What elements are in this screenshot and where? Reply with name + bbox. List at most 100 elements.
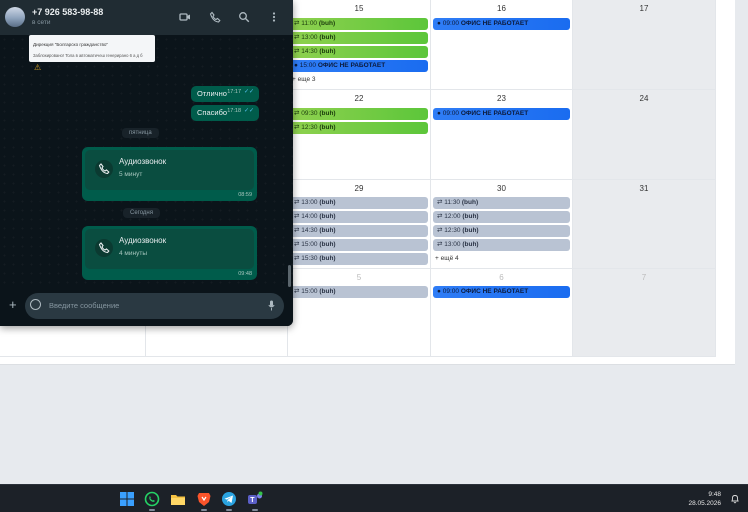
day-number: 23 bbox=[497, 94, 506, 103]
message-text: Отлично bbox=[197, 89, 227, 98]
call-title: Аудиозвонок bbox=[119, 157, 167, 166]
calendar-cell-17[interactable]: 17 bbox=[573, 0, 716, 90]
calendar-cell-31[interactable]: 31 bbox=[573, 180, 716, 269]
event-time: 14:30 bbox=[301, 48, 318, 55]
attach-plus-icon[interactable]: + bbox=[9, 298, 17, 311]
system-clock[interactable]: 9:48 28.05.2026 bbox=[688, 490, 721, 508]
message-input[interactable]: Введите сообщение bbox=[49, 301, 119, 310]
event[interactable]: ⇄ 15:30 (buh) bbox=[290, 253, 428, 265]
event-time: 09:00 bbox=[442, 20, 460, 27]
event[interactable]: ⇄ 15:00 (buh) bbox=[290, 239, 428, 251]
sticker-emoji-icon[interactable] bbox=[30, 299, 41, 310]
event-tag: (buh) bbox=[319, 110, 336, 117]
brave-browser-icon[interactable] bbox=[196, 491, 212, 507]
desktop: 15 ⇄ 11:00 (buh) ⇄ 13:00 (buh) ⇄ 14:30 (… bbox=[0, 0, 748, 484]
event[interactable]: ⇄ 13:00 (buh) bbox=[290, 32, 428, 44]
more-options-icon[interactable] bbox=[268, 11, 280, 23]
search-icon[interactable] bbox=[238, 11, 250, 23]
notification-bell-icon[interactable] bbox=[730, 494, 740, 504]
call-message[interactable]: Аудиозвонок 5 минут 08:59 bbox=[82, 147, 257, 201]
day-number: 30 bbox=[497, 184, 506, 193]
contact-status: в сети bbox=[32, 19, 51, 26]
day-number: 5 bbox=[356, 273, 362, 282]
event[interactable]: ⇄ 12:00 (buh) bbox=[433, 211, 570, 223]
calendar-cell-6[interactable]: 6 ● 09:00 ОФИС НЕ РАБОТАЕТ bbox=[431, 269, 573, 357]
day-number: 16 bbox=[497, 4, 506, 13]
message-text: Спасибо bbox=[197, 108, 228, 117]
running-indicator bbox=[226, 509, 232, 511]
event[interactable]: ⇄ 14:30 (buh) bbox=[290, 225, 428, 237]
phone-call-icon bbox=[95, 239, 113, 257]
calendar-cell-22[interactable]: 22 ⇄ 09:30 (buh) ⇄ 12:30 (buh) bbox=[288, 90, 431, 180]
calendar-cell-30[interactable]: 30 ⇄ 11:30 (buh) ⇄ 12:00 (buh) ⇄ 12:30 (… bbox=[431, 180, 573, 269]
calendar-cell-16[interactable]: 16 ● 09:00 ОФИС НЕ РАБОТАЕТ bbox=[431, 0, 573, 90]
phone-call-icon[interactable] bbox=[209, 11, 221, 23]
event-time: 09:00 bbox=[442, 110, 460, 117]
event[interactable]: ⇄ 15:00 (buh) bbox=[290, 286, 428, 298]
date-separator: пятница bbox=[122, 128, 159, 138]
event[interactable]: ⇄ 14:30 (buh) bbox=[290, 46, 428, 58]
chat-messages[interactable]: Дирекция "Болгарско гражданство" Заблоки… bbox=[0, 35, 293, 289]
video-call-icon[interactable] bbox=[179, 11, 191, 23]
event-title: ОФИС НЕ РАБОТАЕТ bbox=[460, 20, 529, 27]
outgoing-message[interactable]: Отлично 17:17 ✓✓ bbox=[191, 86, 259, 102]
event[interactable]: ⇄ 12:30 (buh) bbox=[433, 225, 570, 237]
calendar-cell-5[interactable]: 5 ⇄ 15:00 (buh) bbox=[288, 269, 431, 357]
call-card[interactable]: Аудиозвонок 5 минут bbox=[85, 150, 254, 190]
event-time: 14:00 bbox=[301, 213, 318, 220]
day-number: 17 bbox=[639, 4, 649, 13]
event-time: 15:00 bbox=[299, 62, 317, 69]
avatar[interactable] bbox=[5, 7, 25, 27]
running-indicator bbox=[252, 509, 258, 511]
chat-composer: + Введите сообщение bbox=[0, 289, 293, 326]
event-time: 14:30 bbox=[301, 227, 318, 234]
call-message[interactable]: Аудиозвонок 4 минуты 09:48 bbox=[82, 226, 257, 280]
whatsapp-window: +7 926 583-98-88 в сети Дирекция "Болгар… bbox=[0, 0, 293, 326]
microphone-icon[interactable] bbox=[268, 300, 275, 311]
day-number: 22 bbox=[354, 94, 364, 103]
calendar-cell-23[interactable]: 23 ● 09:00 ОФИС НЕ РАБОТАЕТ bbox=[431, 90, 573, 180]
event-time: 13:00 bbox=[444, 241, 461, 248]
more-events-link[interactable]: + еще 3 bbox=[292, 76, 316, 83]
event-time: 09:30 bbox=[301, 110, 318, 117]
event[interactable]: ● 09:00 ОФИС НЕ РАБОТАЕТ bbox=[433, 18, 570, 30]
whatsapp-icon[interactable] bbox=[144, 491, 160, 507]
call-time: 09:48 bbox=[238, 271, 252, 277]
contact-name[interactable]: +7 926 583-98-88 bbox=[32, 7, 103, 17]
event[interactable]: ● 09:00 ОФИС НЕ РАБОТАЕТ bbox=[433, 108, 570, 120]
day-number: 29 bbox=[354, 184, 364, 193]
link-preview-image[interactable]: Дирекция "Болгарско гражданство" Заблоки… bbox=[29, 35, 155, 62]
event[interactable]: ⇄ 14:00 (buh) bbox=[290, 211, 428, 223]
event[interactable]: ⇄ 12:30 (buh) bbox=[290, 122, 428, 134]
file-explorer-icon[interactable] bbox=[170, 491, 186, 507]
event-title: ОФИС НЕ РАБОТАЕТ bbox=[460, 288, 529, 295]
teams-icon[interactable]: T bbox=[247, 491, 263, 507]
event-tag: (buh) bbox=[461, 199, 479, 206]
call-time: 08:59 bbox=[238, 192, 252, 198]
telegram-icon[interactable] bbox=[221, 491, 237, 507]
chat-scrollbar[interactable] bbox=[288, 265, 291, 287]
event[interactable]: ⇄ 13:00 (buh) bbox=[433, 239, 570, 251]
calendar-cell-15[interactable]: 15 ⇄ 11:00 (buh) ⇄ 13:00 (buh) ⇄ 14:30 (… bbox=[288, 0, 431, 90]
event[interactable]: ⇄ 11:00 (buh) bbox=[290, 18, 428, 30]
taskbar: T 9:48 28.05.2026 bbox=[0, 484, 748, 512]
event[interactable]: ● 09:00 ОФИС НЕ РАБОТАЕТ bbox=[433, 286, 570, 298]
event[interactable]: ⇄ 09:30 (buh) bbox=[290, 108, 428, 120]
running-indicator bbox=[201, 509, 207, 511]
calendar-cell-7[interactable]: 7 bbox=[573, 269, 716, 357]
event-time: 12:30 bbox=[444, 227, 461, 234]
event-time: 09:00 bbox=[442, 288, 460, 295]
event-time: 15:00 bbox=[301, 288, 318, 295]
event-tag: (buh) bbox=[319, 213, 336, 220]
event[interactable]: ⇄ 13:00 (buh) bbox=[290, 197, 428, 209]
call-card[interactable]: Аудиозвонок 4 минуты bbox=[85, 229, 254, 269]
event-tag: (buh) bbox=[319, 124, 336, 131]
event-tag: (buh) bbox=[318, 20, 336, 27]
event[interactable]: ● 15:00 ОФИС НЕ РАБОТАЕТ bbox=[290, 60, 428, 72]
outgoing-message[interactable]: Спасибо 17:18 ✓✓ bbox=[191, 105, 259, 121]
calendar-cell-29[interactable]: 29 ⇄ 13:00 (buh) ⇄ 14:00 (buh) ⇄ 14:30 (… bbox=[288, 180, 431, 269]
event[interactable]: ⇄ 11:30 (buh) bbox=[433, 197, 570, 209]
calendar-cell-24[interactable]: 24 bbox=[573, 90, 716, 180]
more-events-link[interactable]: + ещё 4 bbox=[435, 255, 459, 262]
windows-start-icon[interactable] bbox=[119, 491, 135, 507]
